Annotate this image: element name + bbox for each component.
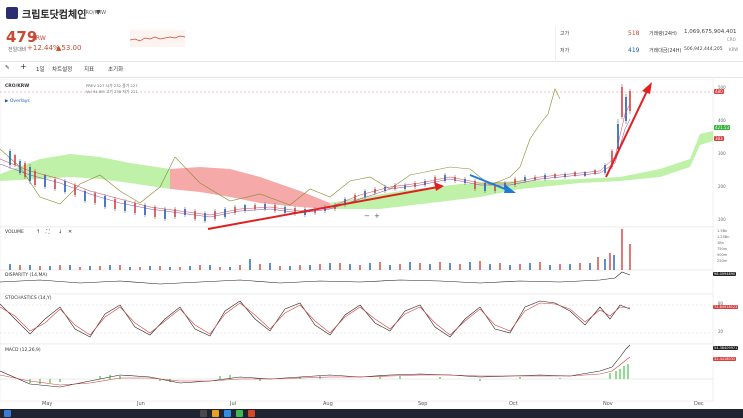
chevron-down-icon[interactable]: ▼ — [96, 9, 101, 16]
chrome-icon[interactable] — [236, 410, 243, 417]
vol-axis-0: 1.5Bn — [717, 229, 728, 233]
chart-canvas[interactable]: − + — [0, 78, 743, 409]
arrow-up-icon[interactable]: ↑ — [36, 229, 41, 235]
volume-unit: CRO — [727, 37, 736, 42]
change-percent: +12.44% — [27, 44, 60, 52]
price-red-tag: 383 — [714, 136, 724, 141]
amount-value: 506,942,444,205 — [684, 47, 723, 52]
chart-toolbar: ✎ + 1일 차트설정 지표 초기화 — [0, 62, 743, 78]
month-nov: Nov — [603, 401, 613, 407]
main-pane-label: CRO/KRW — [5, 84, 30, 89]
amount-label: 거래대금(24H) — [649, 48, 682, 54]
change-absolute: ▲53.00 — [56, 44, 82, 52]
zoom-out-button[interactable]: − — [364, 212, 370, 220]
mini-sparkline — [130, 30, 185, 47]
month-oct: Oct — [509, 401, 518, 407]
market-header: 크립토닷컴체인 CRO/KRW ▼ 479 KRW 전일대비 +12.44% ▲… — [0, 0, 743, 62]
high-value: 518 — [628, 30, 640, 37]
disparity-tag: 98.0094890 — [713, 272, 737, 276]
macd-top-tag: 54.38409971 — [713, 346, 739, 350]
pencil-icon[interactable]: ✎ — [5, 65, 10, 71]
crosshair-icon[interactable]: + — [20, 62, 27, 71]
indicators-button[interactable]: 지표 — [84, 65, 94, 73]
amount-unit: KRW — [729, 47, 739, 52]
vol-axis-1: 1.25Bn — [717, 235, 730, 239]
os-taskbar — [0, 409, 743, 418]
vol-axis-4: 500m — [717, 253, 728, 257]
coin-logo-icon — [6, 7, 18, 19]
chart-settings-button[interactable]: 차트설정 — [52, 65, 72, 73]
macd-pane-label: MACD (12,26,9) — [5, 348, 41, 353]
overlays-toggle[interactable]: ▶ Overlays — [5, 99, 30, 104]
change-label: 전일대비 — [8, 47, 27, 53]
vol-axis-5: 250m — [717, 259, 728, 263]
month-jul: Jul — [230, 401, 237, 407]
price-axis-300: 300 — [718, 151, 726, 156]
high-label: 고가 — [560, 31, 570, 37]
chart-area[interactable]: − + CRO/KRW PREV 227 시가 232 종가 227 Vol 9… — [0, 78, 743, 409]
folder-icon[interactable] — [212, 410, 219, 417]
volume-value: 1,069,675,904.401 — [684, 29, 737, 35]
macd-bottom-tag: 32.4418031 — [713, 357, 737, 361]
vol-axis-2: 1Bn — [717, 241, 724, 245]
coin-pair: CRO/KRW — [82, 10, 107, 16]
price-axis-100: 100 — [718, 217, 726, 222]
start-icon[interactable] — [4, 410, 11, 417]
month-aug: Aug — [323, 401, 333, 407]
month-dec: Dec — [694, 401, 704, 407]
price-axis-200: 200 — [718, 184, 726, 189]
price-axis-400: 400 — [718, 118, 726, 123]
vol-axis-3: 750m — [717, 247, 728, 251]
price-last-tag: 480 — [714, 89, 724, 94]
reset-button[interactable]: 초기화 — [108, 65, 123, 73]
stochastic-tag: 72.84918123 — [713, 305, 739, 309]
volume-label: 거래량(24H) — [649, 31, 677, 37]
close-icon[interactable]: ✕ — [68, 229, 73, 235]
stochastic-pane-label: STOCHASTICS (14,Y) — [5, 296, 52, 301]
disparity-pane-label: DISPARITY (14,MA) — [5, 273, 48, 278]
arrow-down-icon[interactable]: ↓ — [58, 229, 63, 235]
month-may: May — [42, 401, 53, 407]
month-sep: Sep — [418, 401, 428, 407]
low-label: 저가 — [560, 48, 570, 54]
browser-icon[interactable] — [224, 410, 231, 417]
zoom-in-button[interactable]: + — [374, 212, 380, 220]
price-mid-tag: 421.53 — [714, 125, 730, 130]
maximize-icon[interactable]: ⛶ — [46, 229, 50, 235]
ohlc-line2: Vol 94.8M 고가 238 저가 221 — [86, 89, 138, 95]
month-jun: Jun — [137, 401, 145, 407]
coin-name[interactable]: 크립토닷컴체인 — [22, 6, 86, 21]
low-value: 419 — [628, 47, 640, 54]
stoch-level-20: 20 — [718, 329, 724, 334]
price-unit: KRW — [32, 35, 46, 42]
taskbar-app-icon[interactable] — [200, 410, 207, 417]
volume-pane-label: VOLUME — [5, 230, 24, 235]
app-icon[interactable] — [248, 410, 255, 417]
period-select[interactable]: 1일 — [36, 65, 45, 73]
stats-panel: 고가 518 거래량(24H) 1,069,675,904.401 CRO 저가… — [555, 26, 743, 60]
